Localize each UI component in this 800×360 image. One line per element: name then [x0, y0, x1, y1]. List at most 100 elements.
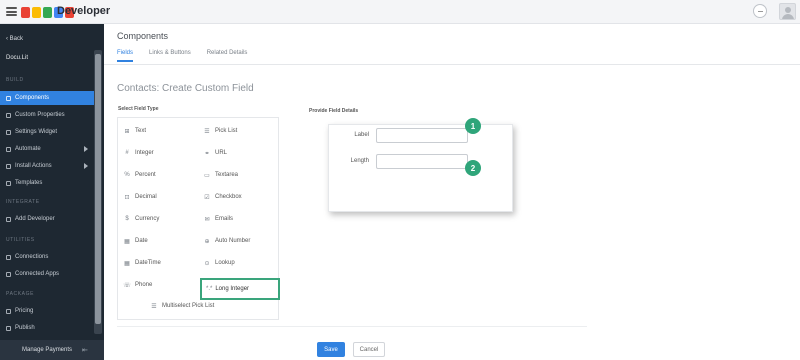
tab-bar: Fields Links & Buttons Related Details	[117, 50, 247, 62]
footer-divider	[117, 326, 587, 327]
field-type-integer[interactable]: # Integer	[123, 146, 153, 160]
sidebar-item-components[interactable]: Components	[0, 91, 94, 105]
page-title: Components	[117, 31, 169, 41]
provide-field-details-label: Provide Field Details	[309, 108, 359, 114]
connected-apps-icon	[6, 271, 11, 277]
field-type-datetime[interactable]: ▦ DateTime	[123, 256, 161, 270]
settings-icon	[6, 129, 11, 135]
field-type-label: Date	[135, 238, 148, 244]
label-input[interactable]	[376, 128, 468, 143]
step-badge-1: 1	[465, 118, 481, 134]
sidebar-item-label: Automate	[15, 146, 41, 152]
field-type-date[interactable]: ▦ Date	[123, 234, 148, 248]
sidebar-scrollbar[interactable]	[94, 50, 102, 334]
checkbox-icon: ☑	[204, 194, 210, 201]
sidebar-item-connected-apps[interactable]: Connected Apps	[0, 267, 94, 281]
avatar[interactable]	[779, 3, 796, 20]
field-type-emails[interactable]: ✉ Emails	[203, 212, 233, 226]
brand-name: Developer	[57, 5, 111, 17]
connections-icon	[6, 254, 11, 260]
field-type-label: URL	[215, 150, 228, 156]
minimize-icon[interactable]	[753, 4, 767, 18]
back-link[interactable]: ‹ Back	[6, 36, 23, 42]
field-type-label: Phone	[135, 282, 153, 288]
field-type-url[interactable]: ⚭ URL	[203, 146, 227, 160]
label-field-label: Label	[354, 132, 369, 138]
tab-links-buttons[interactable]: Links & Buttons	[149, 50, 191, 62]
tab-related-details[interactable]: Related Details	[207, 50, 248, 62]
field-type-label: Multiselect Pick List	[162, 303, 215, 309]
field-type-label: Checkbox	[215, 194, 242, 200]
field-type-label: Currency	[135, 216, 160, 222]
main-content: Components Fields Links & Buttons Relate…	[104, 24, 800, 360]
sidebar-item-install-actions[interactable]: Install Actions	[0, 159, 94, 173]
currency-icon: $	[125, 216, 129, 222]
sidebar-item-add-developer[interactable]: Add Developer	[0, 212, 94, 226]
select-field-type-label: Select Field Type	[118, 106, 159, 112]
field-type-lookup[interactable]: ⊙ Lookup	[203, 256, 234, 270]
sidebar-item-label: Connections	[15, 254, 49, 260]
chevron-right-icon[interactable]	[84, 146, 88, 152]
field-type-multiselect-pick-list[interactable]: ☰ Multiselect Pick List	[150, 299, 214, 313]
section-utilities: UTILITIES	[6, 237, 35, 243]
field-type-label: Pick List	[215, 128, 238, 134]
top-bar: Developer	[0, 0, 800, 24]
manage-payments-label: Manage Payments	[22, 347, 73, 353]
save-button[interactable]: Save	[317, 342, 345, 357]
manage-payments-bar[interactable]: Manage Payments ⇤	[0, 340, 104, 360]
field-type-textarea[interactable]: ▭ Textarea	[203, 168, 238, 182]
automate-icon	[6, 146, 11, 152]
datetime-icon: ▦	[124, 260, 130, 267]
field-type-label: Auto Number	[215, 238, 251, 244]
field-type-pick-list[interactable]: ☰ Pick List	[203, 124, 237, 138]
sidebar-item-connections[interactable]: Connections	[0, 250, 94, 264]
sidebar-item-label: Settings Widget	[15, 129, 58, 135]
properties-icon	[6, 112, 11, 118]
length-input[interactable]	[376, 154, 468, 169]
sidebar-item-publish[interactable]: Publish	[0, 321, 94, 335]
pick-list-icon: ☰	[204, 128, 210, 135]
field-type-phone[interactable]: ☏ Phone	[123, 278, 152, 292]
chevron-right-icon[interactable]	[84, 163, 88, 169]
install-icon	[6, 163, 11, 169]
tab-fields[interactable]: Fields	[117, 50, 134, 62]
field-type-label: Emails	[215, 216, 234, 222]
field-type-decimal[interactable]: ⊡ Decimal	[123, 190, 157, 204]
length-field-label: Length	[350, 158, 369, 164]
sidebar-item-label: Add Developer	[15, 216, 55, 222]
field-type-label: Textarea	[215, 172, 239, 178]
field-type-auto-number[interactable]: ⊕ Auto Number	[203, 234, 250, 248]
sidebar-item-automate[interactable]: Automate	[0, 142, 94, 156]
field-details-card: Label Length	[328, 124, 513, 212]
section-integrate: INTEGRATE	[6, 199, 40, 205]
percent-icon: %	[124, 172, 130, 178]
field-type-long-integer[interactable]: *.* Long Integer	[200, 278, 280, 300]
sidebar-item-templates[interactable]: Templates	[0, 176, 94, 190]
sidebar-item-label: Connected Apps	[15, 271, 60, 277]
tabs-divider	[104, 64, 800, 65]
integer-icon: #	[125, 150, 129, 156]
date-icon: ▦	[124, 238, 130, 245]
collapse-icon[interactable]: ⇤	[82, 346, 88, 354]
url-icon: ⚭	[204, 150, 210, 157]
sidebar-item-label: Publish	[15, 325, 35, 331]
menu-icon[interactable]	[6, 7, 17, 16]
logo-block	[21, 6, 30, 18]
sidebar-item-pricing[interactable]: Pricing	[0, 304, 94, 318]
field-type-text[interactable]: ⊞ Text	[123, 124, 146, 138]
sidebar-item-settings-widget[interactable]: Settings Widget	[0, 125, 94, 139]
field-type-checkbox[interactable]: ☑ Checkbox	[203, 190, 242, 204]
multiselect-icon: ☰	[151, 303, 157, 310]
logo-block	[43, 6, 52, 18]
section-package: PACKAGE	[6, 291, 35, 297]
field-type-label: Decimal	[135, 194, 157, 200]
field-type-label: Long Integer	[215, 286, 250, 292]
long-integer-icon: *.*	[206, 286, 213, 292]
sidebar-item-custom-properties[interactable]: Custom Properties	[0, 108, 94, 122]
emails-icon: ✉	[204, 216, 210, 223]
cancel-button[interactable]: Cancel	[353, 342, 385, 357]
field-type-percent[interactable]: % Percent	[123, 168, 155, 182]
pricing-icon	[6, 308, 11, 314]
field-type-currency[interactable]: $ Currency	[123, 212, 159, 226]
sidebar-item-label: Custom Properties	[15, 112, 65, 118]
